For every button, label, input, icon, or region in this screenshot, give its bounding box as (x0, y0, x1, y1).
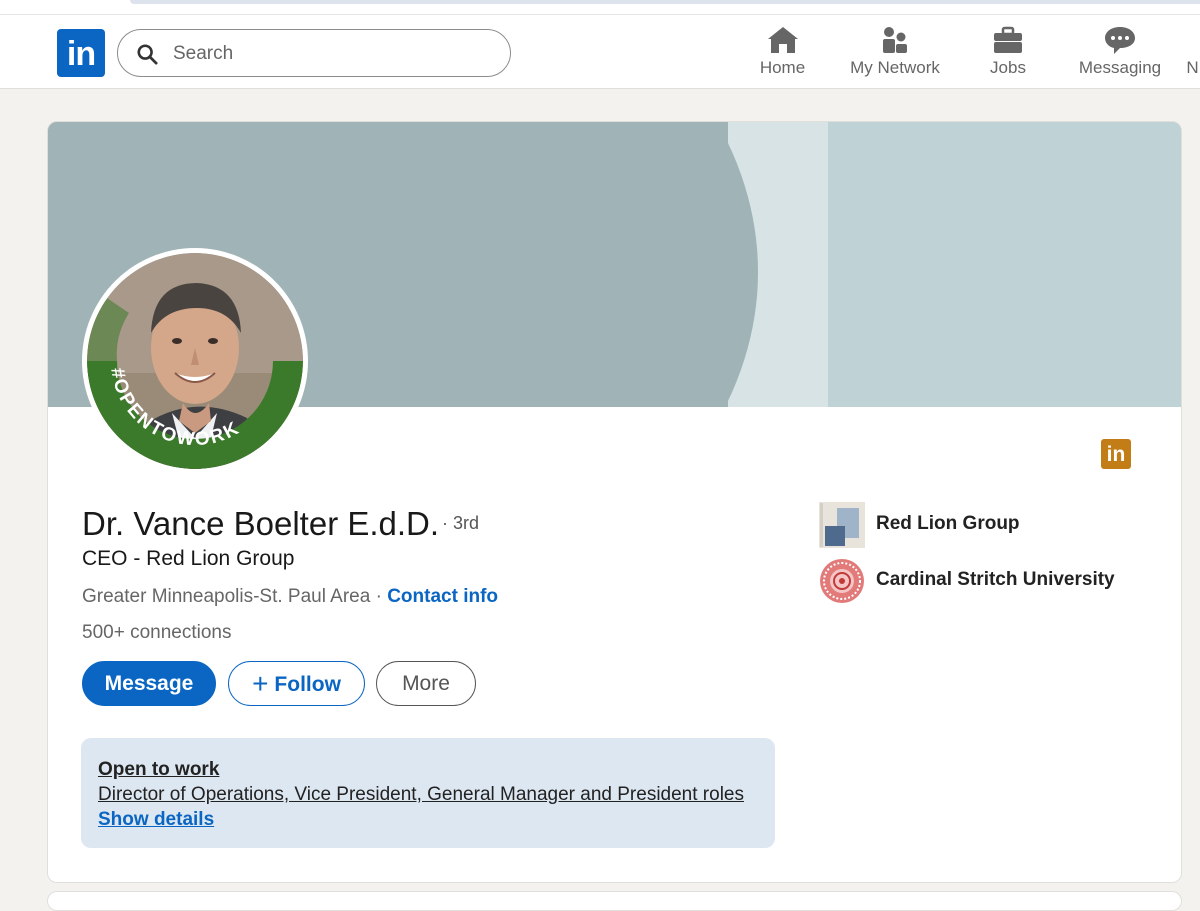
profile-name: Dr. Vance Boelter E.d.D. (82, 505, 440, 542)
nav-notifications-label: N (1186, 58, 1199, 77)
search-icon (137, 44, 158, 65)
top-navbar: in Home My Network Jobs (0, 14, 1200, 89)
nav-jobs[interactable]: Jobs (985, 25, 1031, 85)
more-button[interactable]: More (376, 661, 476, 706)
avatar: #OPENTOWORK (87, 253, 303, 469)
profile-location: Greater Minneapolis-St. Paul Area (82, 586, 371, 607)
nav-messaging-label: Messaging (1078, 58, 1162, 77)
home-icon (767, 27, 798, 53)
banner-right-panel (828, 122, 1181, 407)
company-logo-icon (819, 502, 865, 548)
company-name: Red Lion Group (876, 513, 1020, 534)
show-details-link[interactable]: Show details (98, 807, 758, 832)
school-seal-icon (820, 559, 864, 603)
follow-label: Follow (274, 673, 341, 696)
nav-home-label: Home (759, 58, 806, 77)
follow-button[interactable]: + Follow (228, 661, 365, 706)
connections-count[interactable]: 500+ connections (82, 622, 231, 644)
briefcase-icon (994, 26, 1022, 53)
nav-my-network-label: My Network (850, 58, 940, 77)
connection-degree: · 3rd (442, 513, 480, 533)
nav-messaging[interactable]: Messaging (1075, 25, 1165, 85)
nav-jobs-label: Jobs (990, 58, 1026, 77)
nav-notifications[interactable]: N (1185, 25, 1200, 85)
linkedin-badge-icon: in (1101, 439, 1131, 469)
search-input[interactable] (173, 40, 493, 68)
message-button[interactable]: Message (82, 661, 216, 706)
nav-home[interactable]: Home (755, 25, 810, 85)
profile-headline: CEO - Red Lion Group (82, 547, 295, 570)
school-name: Cardinal Stritch University (876, 569, 1115, 590)
top-strip-bar (130, 0, 1200, 4)
network-icon (883, 27, 907, 53)
profile-location-line: Greater Minneapolis-St. Paul Area · Cont… (82, 586, 498, 608)
browser-top-strip (0, 0, 1200, 14)
open-to-work-title[interactable]: Open to work (98, 757, 758, 782)
open-to-work-roles[interactable]: Director of Operations, Vice President, … (98, 782, 758, 807)
next-section-card (47, 891, 1182, 911)
open-to-work-box: Open to work Director of Operations, Vic… (81, 738, 775, 848)
search-box[interactable] (117, 29, 511, 77)
plus-icon: + (252, 668, 269, 699)
messaging-icon (1105, 27, 1135, 54)
linkedin-logo[interactable]: in (57, 29, 105, 77)
nav-my-network[interactable]: My Network (845, 25, 945, 85)
contact-info-link[interactable]: Contact info (387, 586, 498, 607)
location-separator: · (370, 586, 388, 607)
profile-photo[interactable]: #OPENTOWORK (82, 248, 308, 474)
profile-card: #OPENTOWORK in Dr. Vance Boelter E.d.D. … (47, 121, 1182, 883)
